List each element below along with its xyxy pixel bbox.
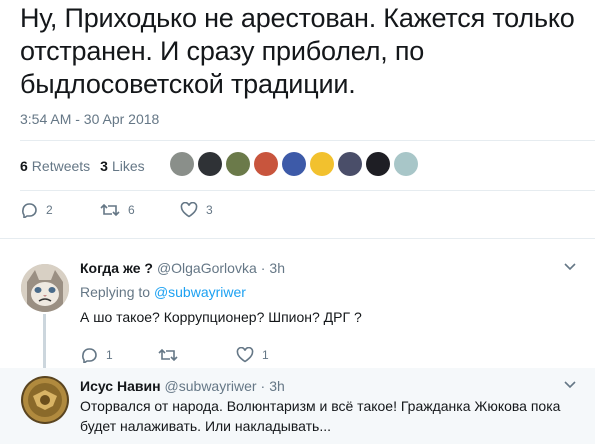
like-count: 1 bbox=[262, 348, 269, 362]
likes-stat[interactable]: 3 Likes bbox=[100, 158, 144, 174]
reply-icon bbox=[82, 348, 97, 363]
tweet-timestamp[interactable]: 3:54 AM - 30 Apr 2018 bbox=[20, 111, 159, 127]
tweet-actions: 2 6 3 bbox=[20, 202, 260, 218]
reply-count: 2 bbox=[46, 203, 53, 217]
author-handle[interactable]: @OlgaGorlovka bbox=[157, 260, 257, 276]
replying-to-handle[interactable]: @subwayriwer bbox=[154, 284, 246, 300]
replying-to: Replying to @subwayriwer bbox=[80, 284, 575, 300]
retweets-count: 6 bbox=[20, 158, 28, 174]
likes-count: 3 bbox=[100, 158, 108, 174]
like-count: 3 bbox=[206, 203, 213, 217]
reply-tweet[interactable]: Когда же ? @OlgaGorlovka · 3h Replying t… bbox=[0, 250, 595, 368]
like-button[interactable]: 3 bbox=[180, 202, 260, 218]
chevron-down-icon[interactable] bbox=[563, 262, 577, 272]
liker-avatar[interactable] bbox=[254, 152, 278, 176]
separator-dot: · bbox=[260, 378, 266, 394]
chevron-down-icon[interactable] bbox=[563, 380, 577, 390]
divider bbox=[20, 140, 595, 141]
retweet-count: 6 bbox=[128, 203, 135, 217]
tweet-stats: 6 Retweets 3 Likes bbox=[20, 155, 155, 177]
liker-avatar[interactable] bbox=[282, 152, 306, 176]
like-button[interactable]: 1 bbox=[236, 347, 314, 363]
reply-tweet[interactable]: Исус Навин @subwayriwer · 3h Оторвался о… bbox=[0, 368, 595, 444]
replying-prefix: Replying to bbox=[80, 284, 151, 300]
avatar[interactable] bbox=[21, 264, 69, 312]
tweet-text: Ну, Приходько не арестован. Кажется толь… bbox=[20, 3, 575, 99]
liker-avatar[interactable] bbox=[226, 152, 250, 176]
likes-label: Likes bbox=[111, 158, 145, 174]
reply-text: Оторвался от народа. Волюнтаризм и всё т… bbox=[80, 398, 561, 434]
author-handle[interactable]: @subwayriwer bbox=[165, 378, 257, 394]
reply-time[interactable]: 3h bbox=[269, 378, 285, 394]
reply-button[interactable]: 1 bbox=[80, 347, 158, 363]
reply-time[interactable]: 3h bbox=[269, 260, 285, 276]
thread-line bbox=[43, 314, 46, 368]
retweets-label: Retweets bbox=[31, 158, 91, 174]
liker-avatar[interactable] bbox=[198, 152, 222, 176]
retweet-icon bbox=[100, 203, 120, 217]
divider bbox=[20, 190, 595, 191]
cat-avatar-icon bbox=[21, 264, 69, 312]
retweet-icon bbox=[158, 348, 178, 362]
reply-actions: 1 1 bbox=[80, 347, 575, 363]
heart-icon bbox=[180, 202, 198, 218]
liker-avatar[interactable] bbox=[170, 152, 194, 176]
liker-avatar[interactable] bbox=[366, 152, 390, 176]
author-name[interactable]: Когда же ? bbox=[80, 260, 153, 276]
liker-avatar[interactable] bbox=[310, 152, 334, 176]
liker-avatar[interactable] bbox=[338, 152, 362, 176]
retweets-stat[interactable]: 6 Retweets bbox=[20, 158, 90, 174]
retweet-button[interactable]: 6 bbox=[100, 202, 180, 218]
retweet-button[interactable] bbox=[158, 347, 236, 363]
divider bbox=[0, 238, 595, 239]
separator-dot: · bbox=[260, 260, 266, 276]
liker-avatars bbox=[170, 152, 422, 176]
reply-button[interactable]: 2 bbox=[20, 202, 100, 218]
author-name[interactable]: Исус Навин bbox=[80, 378, 161, 394]
heart-icon bbox=[236, 347, 254, 363]
reply-text: А шо такое? Коррупционер? Шпион? ДРГ ? bbox=[80, 309, 362, 325]
reply-icon bbox=[22, 203, 37, 218]
emblem-avatar-icon bbox=[21, 376, 69, 424]
liker-avatar[interactable] bbox=[394, 152, 418, 176]
avatar[interactable] bbox=[21, 376, 69, 424]
reply-count: 1 bbox=[106, 348, 113, 362]
